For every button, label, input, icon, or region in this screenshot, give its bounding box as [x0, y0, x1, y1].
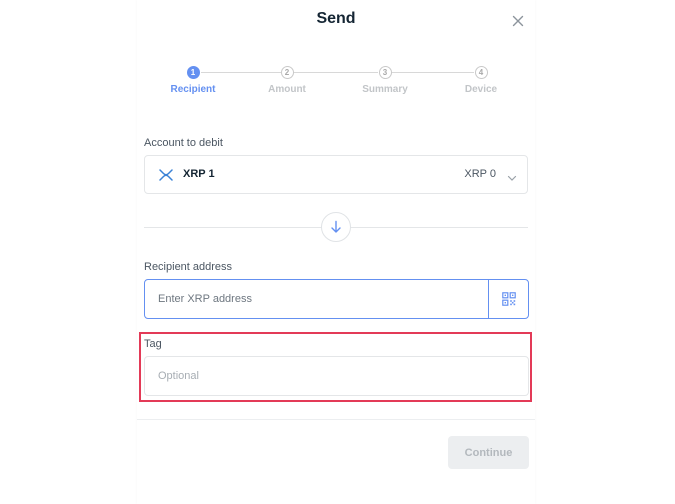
stepper: 1 Recipient 2 Amount 3 Summary 4 Device [137, 62, 535, 102]
account-balance: XRP 0 [464, 168, 496, 180]
qr-code-button[interactable] [488, 280, 528, 318]
account-select[interactable]: XRP 1 XRP 0 [144, 155, 528, 194]
step-recipient: 1 Recipient [148, 62, 238, 95]
continue-button[interactable]: Continue [448, 436, 529, 469]
xrp-icon [159, 168, 173, 182]
arrow-down-icon [321, 212, 351, 242]
step-label: Summary [362, 84, 408, 95]
modal-title: Send [316, 10, 356, 27]
recipient-address-label: Recipient address [144, 261, 233, 273]
step-summary: 3 Summary [340, 62, 430, 95]
chevron-down-icon [507, 170, 517, 181]
step-label: Recipient [170, 84, 216, 95]
step-number: 1 [186, 66, 200, 79]
footer-divider [137, 419, 535, 420]
tag-field [144, 356, 529, 396]
step-label: Amount [268, 84, 306, 95]
step-label: Device [464, 84, 498, 95]
step-amount: 2 Amount [242, 62, 332, 95]
account-name: XRP 1 [183, 168, 215, 180]
step-number: 4 [474, 66, 488, 79]
account-to-debit-label: Account to debit [144, 137, 223, 149]
tag-label: Tag [144, 338, 162, 350]
step-number: 2 [280, 66, 294, 79]
close-icon[interactable] [510, 13, 526, 29]
qr-code-icon [502, 292, 516, 306]
tag-input[interactable] [145, 357, 528, 395]
step-device: 4 Device [436, 62, 526, 95]
send-modal: Send 1 Recipient 2 Amount 3 Summary 4 De… [137, 0, 535, 504]
recipient-address-input[interactable] [145, 280, 489, 318]
step-number: 3 [378, 66, 392, 79]
recipient-address-field [144, 279, 529, 319]
